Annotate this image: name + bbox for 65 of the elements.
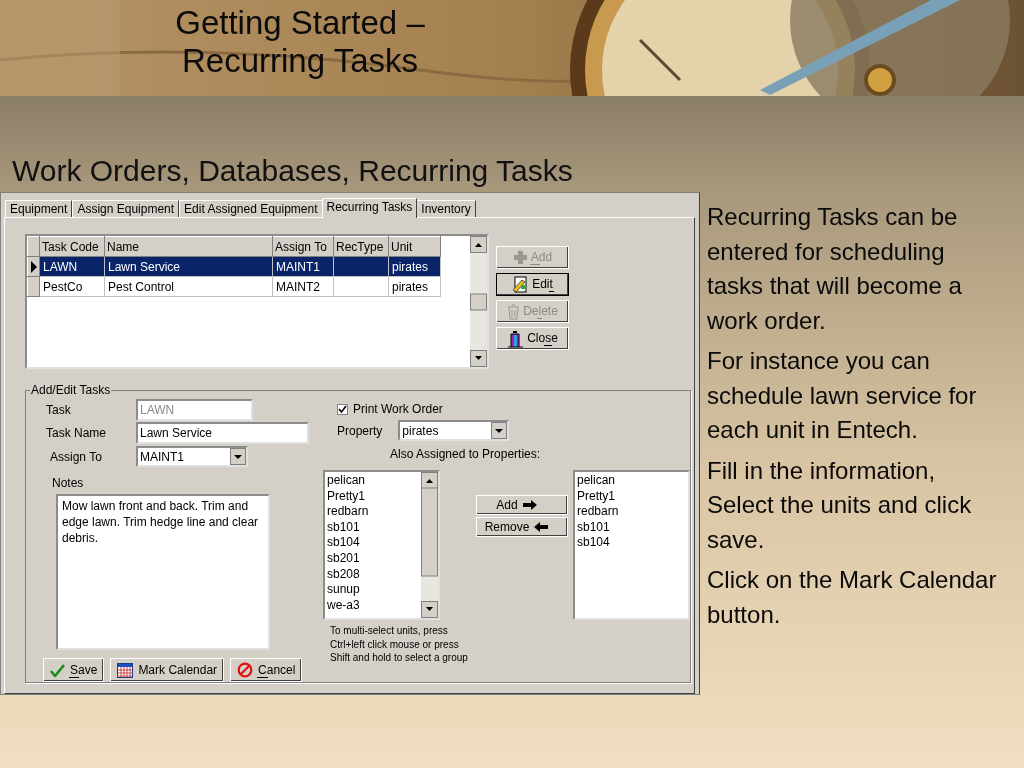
close-button[interactable]: Close bbox=[496, 327, 569, 350]
list-item[interactable]: sb208 bbox=[327, 566, 419, 583]
slide-subtitle: Work Orders, Databases, Recurring Tasks bbox=[12, 153, 574, 189]
tab[interactable]: Equipment bbox=[5, 200, 73, 217]
checkbox[interactable] bbox=[337, 403, 348, 415]
list-item[interactable]: pelican bbox=[327, 473, 419, 489]
save-button[interactable]: Save bbox=[43, 658, 105, 682]
assign-to-dropdown[interactable]: MAINT1 bbox=[136, 446, 248, 468]
left-arrow-icon bbox=[533, 521, 560, 533]
add-button[interactable]: Add bbox=[476, 495, 568, 515]
calendar-button[interactable]: Mark Calendar bbox=[110, 658, 225, 682]
tab[interactable]: Inventory bbox=[416, 200, 476, 217]
list-item[interactable]: sb101 bbox=[327, 519, 419, 536]
property-dropdown[interactable]: pirates bbox=[398, 420, 510, 441]
list-item[interactable]: Pretty1 bbox=[327, 488, 419, 505]
field-label: Notes bbox=[52, 476, 85, 491]
calendar-icon bbox=[117, 662, 134, 678]
checkbox-label: Print Work Order bbox=[353, 402, 443, 416]
slide-title: Recurring Tasks bbox=[182, 42, 418, 80]
task-name-field[interactable]: Lawn Service bbox=[136, 422, 309, 445]
column-header[interactable]: Name bbox=[104, 236, 273, 257]
checkmark-icon bbox=[50, 663, 65, 677]
list-item[interactable]: sb201 bbox=[327, 550, 419, 567]
field-label: Property bbox=[337, 423, 383, 438]
cancel-icon bbox=[237, 662, 254, 678]
list-item[interactable]: sunup bbox=[327, 582, 419, 598]
list-item[interactable]: sb101 bbox=[577, 519, 686, 536]
list-item[interactable]: pelican bbox=[577, 473, 686, 489]
tab[interactable]: Recurring Tasks bbox=[321, 198, 418, 218]
notes-field[interactable]: Mow lawn front and back. Trim and edge lawn. Trim hedge line and clear debris. bbox=[56, 494, 270, 650]
cancel-button[interactable]: Cancel bbox=[230, 658, 303, 682]
field-label: Assign To bbox=[49, 449, 103, 464]
remove-button[interactable]: Remove bbox=[476, 517, 568, 537]
column-header[interactable]: RecType bbox=[333, 236, 389, 257]
field-label: Task bbox=[45, 403, 72, 418]
list-item[interactable]: sb104 bbox=[327, 535, 419, 551]
paragraph: For instance you can schedule lawn service for each unit in Entech. bbox=[707, 346, 978, 445]
list-item[interactable]: sb104 bbox=[577, 535, 686, 551]
list-item[interactable]: redbarn bbox=[577, 504, 686, 520]
edit-button[interactable]: Edit bbox=[496, 273, 569, 296]
group-title: Add/Edit Tasks bbox=[30, 383, 112, 397]
list-caption: Also Assigned to Properties: bbox=[390, 447, 542, 461]
field-label: Task Name bbox=[45, 426, 108, 441]
scrollbar[interactable] bbox=[421, 472, 438, 618]
column-header[interactable]: Unit bbox=[388, 236, 441, 257]
list-item[interactable]: we-a3 bbox=[327, 597, 419, 614]
checkmark-icon bbox=[338, 404, 347, 414]
tab[interactable]: Assign Equipment bbox=[72, 200, 180, 217]
exit-figure-icon bbox=[507, 329, 525, 348]
plus-icon bbox=[512, 250, 528, 265]
paragraph: Click on the Mark Calendar button. bbox=[707, 565, 998, 630]
edit-document-icon bbox=[512, 276, 530, 293]
column-header[interactable]: Task Code bbox=[39, 236, 105, 257]
slide-title: Getting Started – bbox=[175, 4, 425, 42]
tab[interactable]: Edit Assigned Equipment bbox=[179, 200, 323, 217]
paragraph: Fill in the information, Select the units and click save. bbox=[707, 455, 973, 555]
right-arrow-icon bbox=[521, 499, 548, 511]
paragraph: Recurring Tasks can be entered for scheduling tasks that will become a work order. bbox=[707, 202, 963, 336]
column-header[interactable]: Assign To bbox=[272, 236, 334, 257]
row-pointer-icon bbox=[29, 260, 38, 273]
scrollbar[interactable] bbox=[470, 236, 487, 367]
trash-icon bbox=[507, 303, 521, 320]
list-item[interactable]: redbarn bbox=[327, 504, 419, 520]
help-text: To multi-select units, press Ctrl+left click mouse or press Shift and hold to select a group bbox=[330, 624, 469, 665]
list-item[interactable]: Pretty1 bbox=[577, 488, 686, 505]
